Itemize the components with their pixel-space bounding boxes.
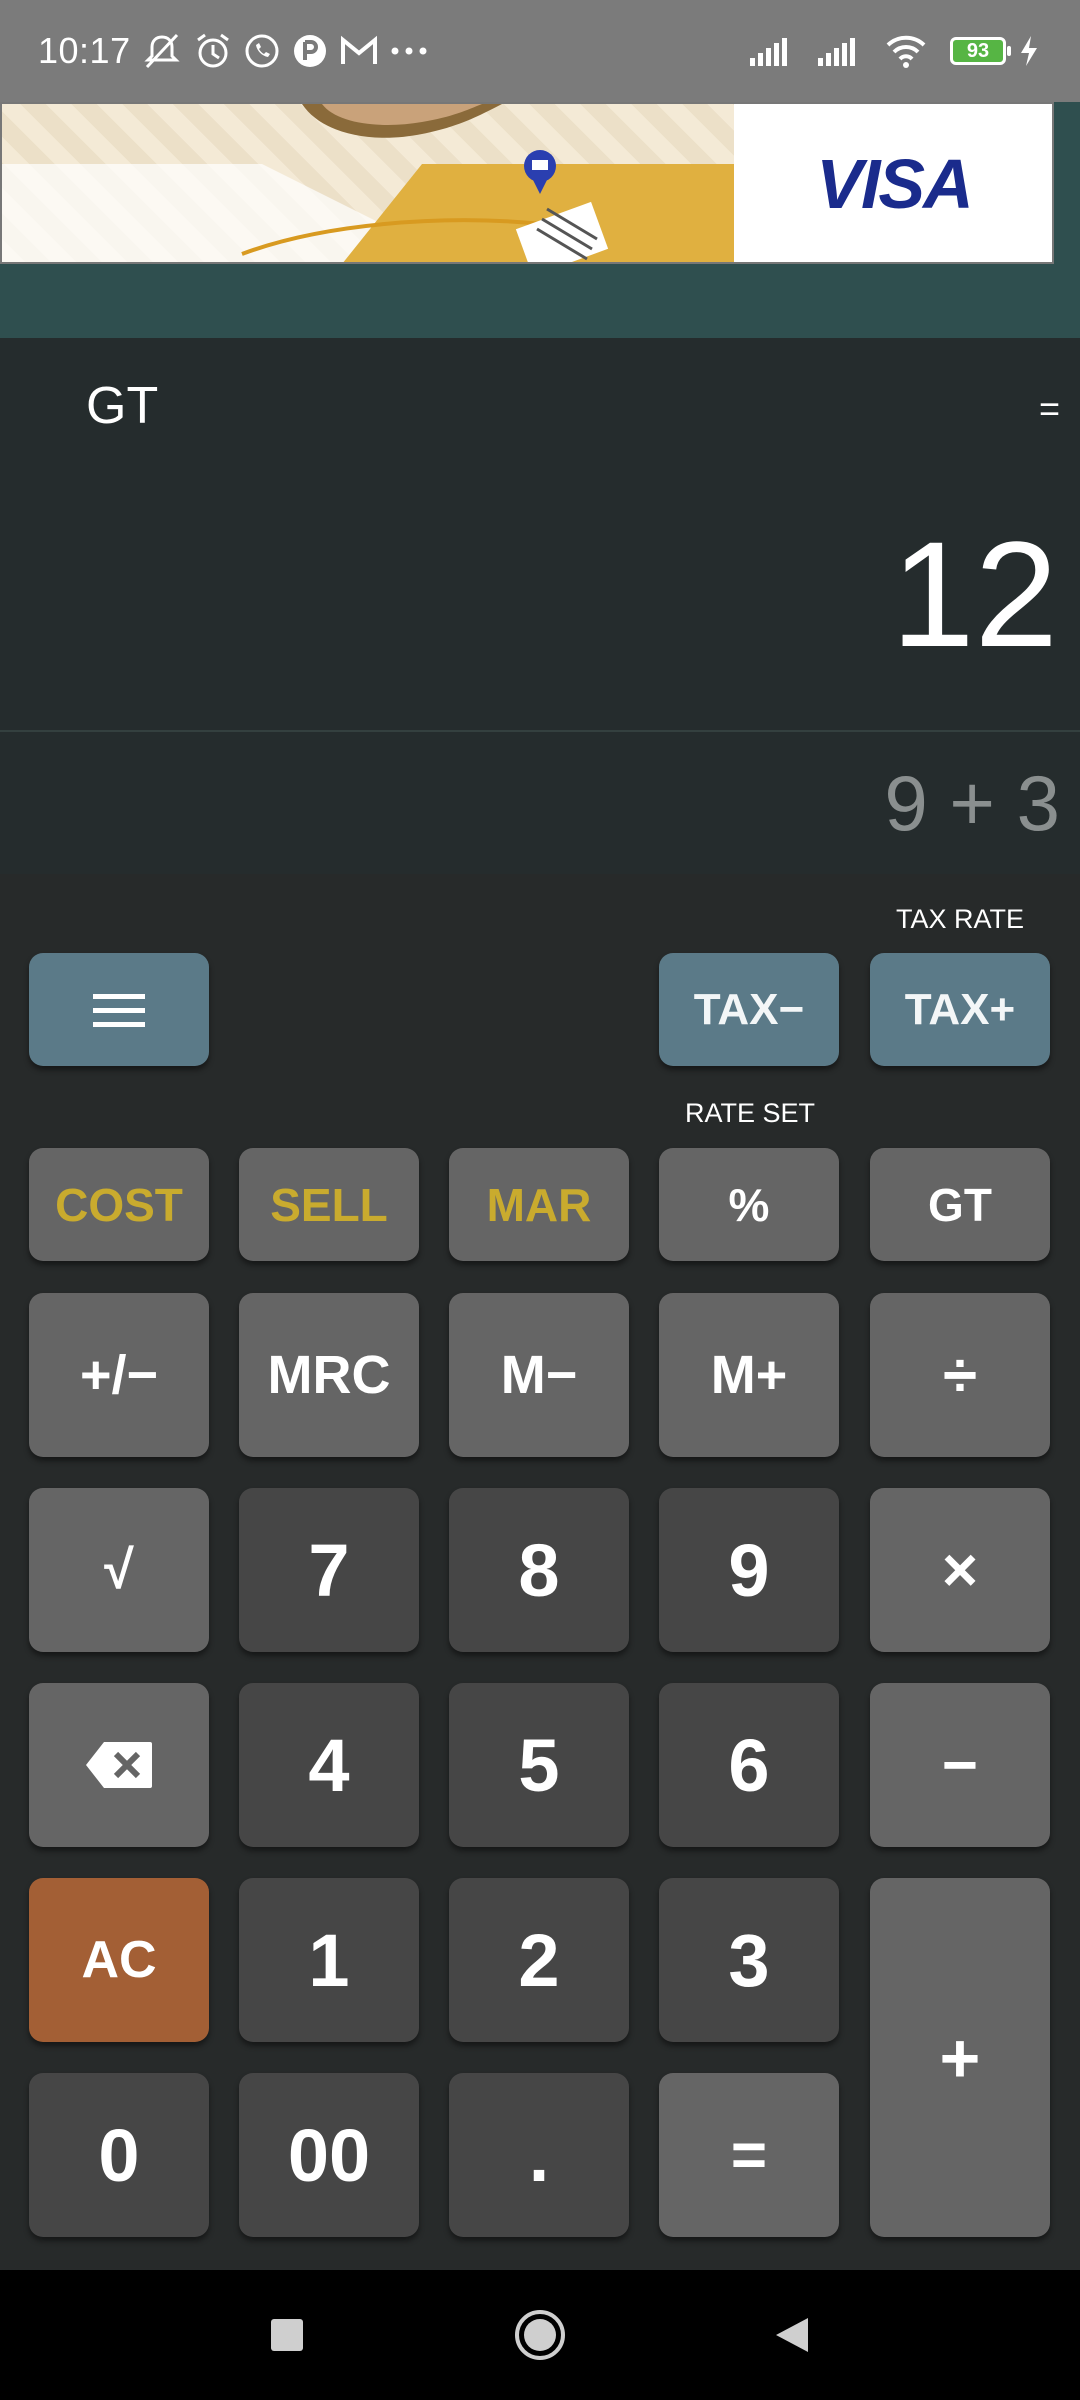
ad-image[interactable] <box>2 104 734 262</box>
ad-banner[interactable]: VISA <box>0 102 1054 264</box>
minus-button[interactable]: − <box>870 1683 1050 1847</box>
display-divider <box>0 730 1080 732</box>
ad-area: VISA <box>0 102 1080 338</box>
back-triangle-icon <box>776 2318 808 2352</box>
signal-1-icon <box>748 36 794 66</box>
margin-button[interactable]: MAR <box>449 1148 629 1261</box>
digit-3-button[interactable]: 3 <box>659 1878 839 2042</box>
tax-minus-button[interactable]: TAX− <box>659 953 839 1066</box>
mrc-button[interactable]: MRC <box>239 1293 419 1457</box>
plus-minus-button[interactable]: +/− <box>29 1293 209 1457</box>
result-value: 12 <box>891 510 1058 678</box>
app-icon <box>291 32 329 70</box>
digit-2-button[interactable]: 2 <box>449 1878 629 2042</box>
digit-7-button[interactable]: 7 <box>239 1488 419 1652</box>
gmail-icon <box>339 34 379 68</box>
m-plus-button[interactable]: M+ <box>659 1293 839 1457</box>
battery-icon: 93 <box>950 37 1011 65</box>
decimal-button[interactable]: . <box>449 2073 629 2237</box>
more-dots-icon <box>389 45 429 57</box>
notifications-off-icon <box>141 31 183 71</box>
back-button[interactable] <box>757 2300 827 2370</box>
digit-9-button[interactable]: 9 <box>659 1488 839 1652</box>
status-time: 10:17 <box>38 30 131 71</box>
divide-button[interactable]: ÷ <box>870 1293 1050 1457</box>
menu-icon <box>93 993 145 1027</box>
double-zero-button[interactable]: 00 <box>239 2073 419 2237</box>
digit-6-button[interactable]: 6 <box>659 1683 839 1847</box>
recents-square-icon <box>271 2319 303 2351</box>
alarm-icon <box>193 31 233 71</box>
expression-value: 9 + 3 <box>884 759 1060 847</box>
gt-indicator: GT <box>86 377 159 435</box>
tax-plus-button[interactable]: TAX+ <box>870 953 1050 1066</box>
home-button[interactable] <box>505 2300 575 2370</box>
digit-1-button[interactable]: 1 <box>239 1878 419 2042</box>
rate-set-label: RATE SET <box>684 1098 816 1128</box>
multiply-button[interactable]: × <box>870 1488 1050 1652</box>
backspace-icon <box>86 1742 152 1788</box>
digit-0-button[interactable]: 0 <box>29 2073 209 2237</box>
digit-5-button[interactable]: 5 <box>449 1683 629 1847</box>
ad-visa-logo[interactable]: VISA <box>734 104 1052 262</box>
calculator-display: GT = 12 9 + 3 <box>0 338 1080 874</box>
cost-button[interactable]: COST <box>29 1148 209 1261</box>
sqrt-button[interactable]: √ <box>29 1488 209 1652</box>
navigation-bar <box>0 2270 1080 2400</box>
all-clear-button[interactable]: AC <box>29 1878 209 2042</box>
charging-icon <box>1018 34 1040 68</box>
plus-button[interactable]: + <box>870 1878 1050 2237</box>
equals-indicator: = <box>1038 388 1060 429</box>
tax-rate-label: TAX RATE <box>895 904 1024 934</box>
sell-button[interactable]: SELL <box>239 1148 419 1261</box>
menu-button[interactable] <box>29 953 209 1066</box>
backspace-button[interactable] <box>29 1683 209 1847</box>
percent-button[interactable]: % <box>659 1148 839 1261</box>
m-minus-button[interactable]: M− <box>449 1293 629 1457</box>
grand-total-button[interactable]: GT <box>870 1148 1050 1261</box>
signal-2-icon <box>816 36 862 66</box>
equals-button[interactable]: = <box>659 2073 839 2237</box>
recents-button[interactable] <box>252 2300 322 2370</box>
digit-4-button[interactable]: 4 <box>239 1683 419 1847</box>
whatsapp-icon <box>243 32 281 70</box>
digit-8-button[interactable]: 8 <box>449 1488 629 1652</box>
wifi-icon <box>884 33 928 69</box>
battery-level: 93 <box>966 39 990 62</box>
keypad: TAX RATE RATE SET TAX− TAX+ COST SELL MA… <box>0 874 1080 2270</box>
home-circle-icon <box>515 2310 565 2360</box>
status-bar: 10:17 93 <box>0 0 1080 102</box>
